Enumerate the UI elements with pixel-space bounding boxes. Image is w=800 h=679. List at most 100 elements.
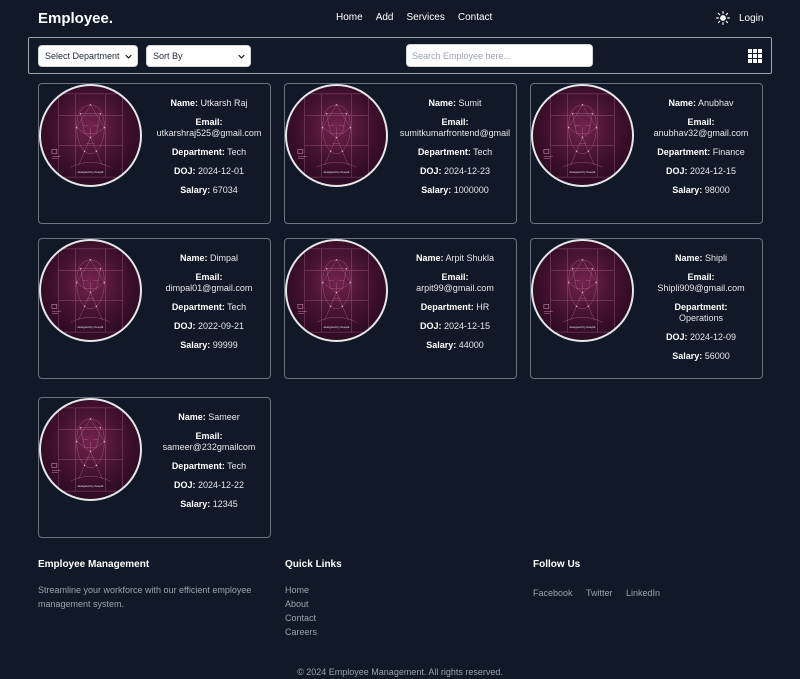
employee-name-value: Sameer	[208, 412, 240, 422]
footer-link-about[interactable]: About	[285, 597, 342, 611]
employee-name-label: Name:	[178, 412, 206, 422]
department-select[interactable]: Select Department	[38, 45, 138, 67]
employee-salary-row: Salary: 56000	[637, 351, 765, 362]
employee-department-label: Department:	[171, 302, 225, 312]
employee-doj-value: 2024-12-22	[197, 480, 245, 490]
employee-department-row: Department: Tech	[145, 302, 273, 313]
employee-email-value: Shipli909@gmail.com	[657, 283, 745, 293]
employee-avatar: designed by freepik	[39, 239, 142, 342]
employee-email-label: Email:	[441, 272, 469, 282]
employee-department-label: Department:	[171, 147, 225, 157]
social-link-facebook[interactable]: Facebook	[533, 588, 573, 598]
employee-department-row: Department: Operations	[637, 302, 765, 324]
copyright-text: © 2024 Employee Management. All rights r…	[297, 667, 503, 677]
employee-info: Name: Utkarsh Raj Email: utkarshraj525@gma…	[145, 98, 273, 204]
employee-salary-row: Salary: 1000000	[391, 185, 519, 196]
employee-salary-row: Salary: 44000	[391, 340, 519, 351]
employee-salary-value: 1000000	[453, 185, 489, 195]
employee-email-row: Email: Shipli909@gmail.com	[637, 272, 765, 294]
social-link-twitter[interactable]: Twitter	[586, 588, 613, 598]
nav-link-add[interactable]: Add	[376, 12, 394, 23]
employee-salary-label: Salary:	[672, 185, 703, 195]
login-link[interactable]: Login	[739, 13, 763, 24]
nav-link-home[interactable]: Home	[336, 12, 363, 23]
footer-about-text: Streamline your workforce with our effic…	[38, 585, 252, 609]
sun-icon[interactable]	[716, 11, 730, 25]
employee-name-value: Anubhav	[698, 98, 734, 108]
employee-card[interactable]: designed by freepik Name: Dimpal Email: di…	[38, 238, 271, 379]
employee-name-value: Dimpal	[210, 253, 239, 263]
employee-department-value: Finance	[712, 147, 745, 157]
employee-info: Name: Dimpal Email: dimpal01@gmail.com Depa…	[145, 253, 273, 359]
employee-department-row: Department: Tech	[391, 147, 519, 158]
employee-salary-value: 67034	[212, 185, 238, 195]
employee-email-label: Email:	[195, 117, 223, 127]
footer-follow: Follow Us Facebook Twitter LinkedIn	[533, 559, 669, 601]
employee-avatar: designed by freepik	[39, 84, 142, 187]
employee-department-value: Operations	[678, 313, 724, 323]
footer-links-title: Quick Links	[285, 559, 342, 570]
employee-name-label: Name:	[415, 253, 444, 263]
employee-salary-row: Salary: 98000	[637, 185, 765, 196]
employee-name-value: Shipli	[705, 253, 728, 263]
employee-salary-label: Salary:	[426, 340, 457, 350]
sort-select[interactable]: Sort By	[146, 45, 251, 67]
employee-name-row: Name: Arpit Shukla	[391, 253, 519, 264]
employee-department-value: HR	[476, 302, 490, 312]
footer-link-contact[interactable]: Contact	[285, 611, 342, 625]
employee-card[interactable]: designed by freepik Name: Sumit Email: sum…	[284, 83, 517, 224]
search-input[interactable]	[406, 44, 593, 67]
employee-email-row: Email: sameer@232gmailcom	[145, 431, 273, 453]
employee-salary-label: Salary:	[180, 185, 211, 195]
employee-email-value: dimpal01@gmail.com	[165, 283, 253, 293]
employee-doj-row: DOJ: 2024-12-15	[637, 166, 765, 177]
employee-name-row: Name: Sumit	[391, 98, 519, 109]
face-mesh-illustration: designed by freepik	[533, 86, 632, 185]
employee-salary-label: Salary:	[672, 351, 703, 361]
employee-card[interactable]: designed by freepik Name: Shipli Email: Sh…	[530, 238, 763, 379]
employee-salary-row: Salary: 67034	[145, 185, 273, 196]
employee-email-row: Email: arpit99@gmail.com	[391, 272, 519, 294]
employee-card[interactable]: designed by freepik Name: Utkarsh Raj Ema…	[38, 83, 271, 224]
employee-avatar: designed by freepik	[39, 398, 142, 501]
social-link-linkedin[interactable]: LinkedIn	[626, 588, 660, 598]
nav-link-contact[interactable]: Contact	[458, 12, 492, 23]
employee-card[interactable]: designed by freepik Name: Arpit Shukla Em…	[284, 238, 517, 379]
footer-link-home[interactable]: Home	[285, 583, 342, 597]
employee-card[interactable]: designed by freepik Name: Sameer Email: sa…	[38, 397, 271, 538]
filter-bar: Select Department Sort By	[28, 37, 772, 74]
employee-avatar: designed by freepik	[531, 239, 634, 342]
grid-view-icon[interactable]	[748, 49, 762, 63]
employee-doj-value: 2024-12-15	[443, 321, 491, 331]
employee-doj-row: DOJ: 2022-09-21	[145, 321, 273, 332]
footer-link-careers[interactable]: Careers	[285, 625, 342, 639]
svg-text:designed by freepik: designed by freepik	[78, 484, 104, 488]
employee-department-row: Department: Tech	[145, 147, 273, 158]
employee-name-row: Name: Utkarsh Raj	[145, 98, 273, 109]
employee-email-row: Email: utkarshraj525@gmail.com	[145, 117, 273, 139]
employee-name-label: Name:	[674, 253, 703, 263]
employee-info: Name: Anubhav Email: anubhav32@gmail.com De…	[637, 98, 765, 204]
employee-email-row: Email: anubhav32@gmail.com	[637, 117, 765, 139]
employee-email-label: Email:	[687, 272, 715, 282]
employee-department-value: Tech	[227, 147, 247, 157]
employee-email-label: Email:	[441, 117, 469, 127]
face-mesh-illustration: designed by freepik	[41, 400, 140, 499]
brand-logo[interactable]: Employee.	[38, 10, 113, 27]
svg-text:designed by freepik: designed by freepik	[570, 325, 596, 329]
face-mesh-illustration: designed by freepik	[41, 86, 140, 185]
employee-name-row: Name: Sameer	[145, 412, 273, 423]
employee-salary-label: Salary:	[421, 185, 452, 195]
employee-email-label: Email:	[195, 272, 223, 282]
employee-salary-value: 56000	[704, 351, 730, 361]
employee-department-value: Tech	[227, 302, 247, 312]
employee-doj-value: 2024-12-23	[443, 166, 491, 176]
employee-doj-row: DOJ: 2024-12-01	[145, 166, 273, 177]
employee-avatar: designed by freepik	[285, 84, 388, 187]
employee-name-label: Name:	[170, 98, 198, 108]
svg-text:designed by freepik: designed by freepik	[570, 170, 596, 174]
navbar: Employee. Home Add Services Contact Logi…	[0, 0, 800, 37]
nav-link-services[interactable]: Services	[406, 12, 444, 23]
employee-card[interactable]: designed by freepik Name: Anubhav Email: a…	[530, 83, 763, 224]
face-mesh-illustration: designed by freepik	[287, 241, 386, 340]
